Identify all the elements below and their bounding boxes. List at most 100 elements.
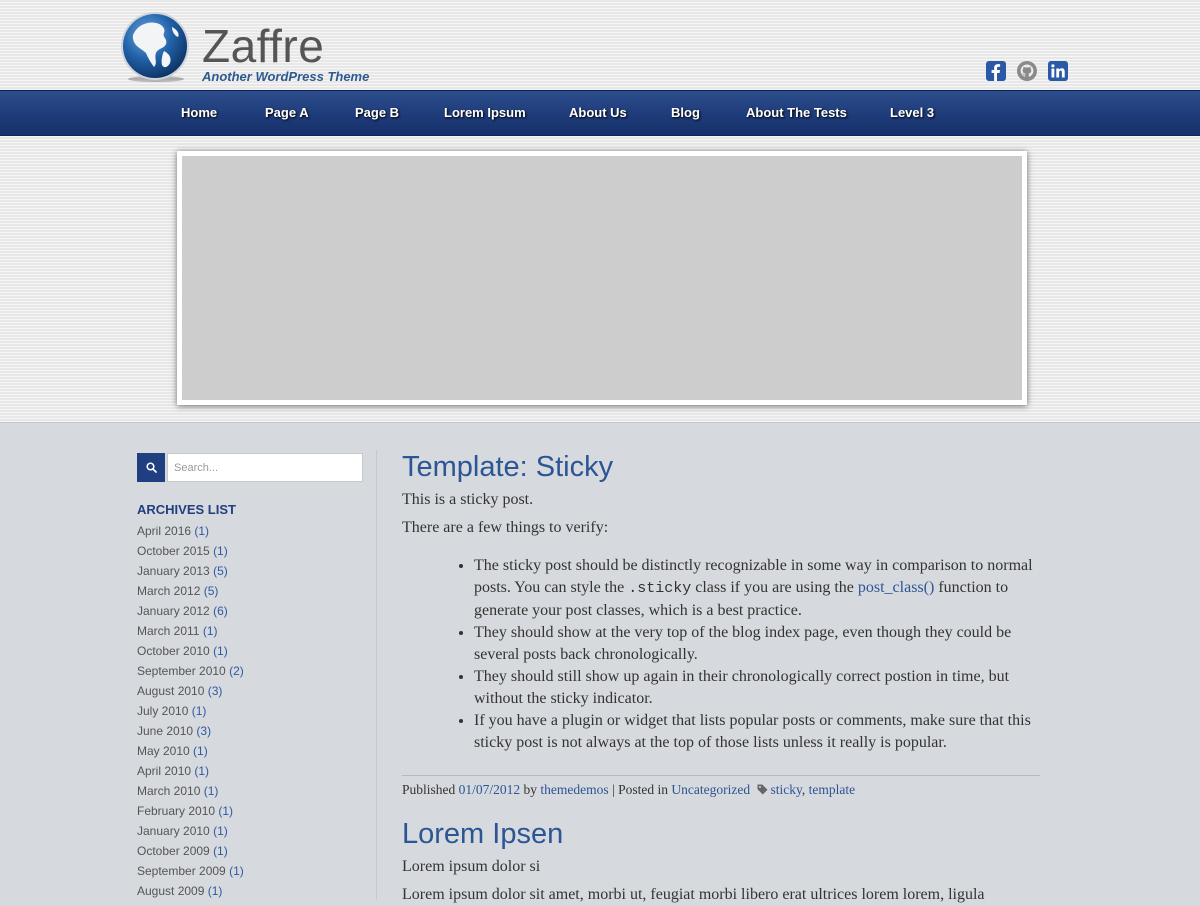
- meta-by-label: by: [523, 782, 538, 797]
- site-title[interactable]: Zaffre: [202, 20, 324, 72]
- archive-count: (3): [196, 724, 212, 738]
- archive-item: January 2010 (1): [137, 821, 244, 841]
- archive-link[interactable]: March 2010: [137, 784, 200, 798]
- archive-item: April 2010 (1): [137, 761, 244, 781]
- archive-count: (1): [218, 804, 234, 818]
- archive-link[interactable]: October 2015: [137, 544, 210, 558]
- nav-item-about-the-tests[interactable]: About The Tests: [746, 91, 847, 135]
- post-title[interactable]: Lorem Ipsen: [402, 817, 1040, 851]
- archive-link[interactable]: April 2016: [137, 524, 191, 538]
- post-tag-link[interactable]: template: [809, 782, 855, 797]
- archive-item: September 2010 (2): [137, 661, 244, 681]
- archive-count: (1): [229, 864, 244, 878]
- post-sticky: Template: Sticky This is a sticky post. …: [402, 450, 1040, 799]
- archive-item: July 2010 (1): [137, 701, 244, 721]
- archive-count: (1): [207, 884, 223, 898]
- nav-item-blog[interactable]: Blog: [671, 91, 700, 135]
- archive-count: (1): [194, 524, 210, 538]
- post-title[interactable]: Template: Sticky: [402, 450, 1040, 484]
- archive-count: (1): [213, 824, 228, 838]
- archive-link[interactable]: October 2010: [137, 644, 210, 658]
- archive-link[interactable]: January 2010: [137, 824, 210, 838]
- archive-link[interactable]: June 2010: [137, 724, 193, 738]
- post-lorem-ipsen: Lorem Ipsen Lorem ipsum dolor si Lorem i…: [402, 817, 1040, 906]
- archive-item: March 2010 (1): [137, 781, 244, 801]
- archive-item: January 2013 (5): [137, 561, 244, 581]
- globe-logo-icon[interactable]: [120, 11, 190, 83]
- list-item: They should still show up again in their…: [474, 666, 1040, 710]
- archive-link[interactable]: January 2012: [137, 604, 210, 618]
- archive-count: (5): [213, 564, 228, 578]
- list-item: The sticky post should be distinctly rec…: [474, 555, 1040, 622]
- nav-item-page-b[interactable]: Page B: [355, 91, 399, 135]
- nav-item-home[interactable]: Home: [181, 91, 217, 135]
- archive-item: October 2015 (1): [137, 541, 244, 561]
- archive-link[interactable]: April 2010: [137, 764, 191, 778]
- archive-link[interactable]: September 2009: [137, 864, 226, 878]
- archive-item: October 2010 (1): [137, 641, 244, 661]
- post-meta: Published 01/07/2012 by themedemos | Pos…: [402, 775, 1040, 799]
- archive-link[interactable]: August 2009: [137, 884, 204, 898]
- post-class-link[interactable]: post_class(): [858, 579, 934, 596]
- post-paragraph: There are a few things to verify:: [402, 519, 609, 536]
- post-paragraph: Lorem ipsum dolor sit amet, morbi ut, fe…: [402, 886, 985, 903]
- archive-link[interactable]: May 2010: [137, 744, 190, 758]
- archive-count: (1): [213, 644, 228, 658]
- archive-count: (2): [229, 664, 244, 678]
- post-tag-link[interactable]: sticky: [770, 782, 801, 797]
- list-item: If you have a plugin or widget that list…: [474, 710, 1040, 754]
- archive-count: (3): [207, 684, 223, 698]
- archive-item: August 2009 (1): [137, 881, 244, 901]
- archive-item: May 2010 (1): [137, 741, 244, 761]
- nav-item-page-a[interactable]: Page A: [265, 91, 309, 135]
- list-item: They should show at the very top of the …: [474, 622, 1040, 666]
- hero-image-placeholder: [177, 151, 1027, 405]
- archive-item: April 2016 (1): [137, 521, 244, 541]
- archives-list: April 2016 (1) October 2015 (1) January …: [137, 521, 244, 901]
- archive-count: (5): [203, 584, 219, 598]
- archive-item: February 2010 (1): [137, 801, 244, 821]
- archive-link[interactable]: September 2010: [137, 664, 226, 678]
- archive-link[interactable]: March 2012: [137, 584, 200, 598]
- search-button[interactable]: [137, 453, 165, 482]
- inline-code: .sticky: [628, 580, 692, 597]
- archive-count: (6): [213, 604, 228, 618]
- search-input[interactable]: [167, 453, 363, 482]
- search-icon: [145, 462, 157, 473]
- archive-link[interactable]: February 2010: [137, 804, 215, 818]
- archive-link[interactable]: October 2009: [137, 844, 210, 858]
- bullet-text: class if you are using the: [691, 579, 858, 596]
- tag-separator: ,: [801, 782, 806, 797]
- site-description: Another WordPress Theme: [202, 69, 370, 84]
- archive-item: October 2009 (1): [137, 841, 244, 861]
- tag-icon: [757, 784, 768, 795]
- linkedin-icon[interactable]: [1048, 61, 1068, 81]
- archive-count: (1): [213, 544, 228, 558]
- archive-count: (1): [191, 704, 207, 718]
- nav-item-about-us[interactable]: About Us: [569, 91, 627, 135]
- post-paragraph: This is a sticky post.: [402, 491, 534, 508]
- archive-item: January 2012 (6): [137, 601, 244, 621]
- archive-link[interactable]: August 2010: [137, 684, 204, 698]
- archive-item: March 2012 (5): [137, 581, 244, 601]
- main-navigation: Home Page A Page B Lorem Ipsum About Us …: [0, 90, 1200, 137]
- facebook-icon[interactable]: [986, 61, 1006, 81]
- main-content: Template: Sticky This is a sticky post. …: [402, 450, 1040, 906]
- post-category-link[interactable]: Uncategorized: [671, 782, 750, 797]
- archive-count: (1): [194, 764, 210, 778]
- site-header: Zaffre Another WordPress Theme: [0, 0, 1200, 90]
- archive-item: March 2011 (1): [137, 621, 244, 641]
- archive-item: June 2010 (3): [137, 721, 244, 741]
- archive-link[interactable]: January 2013: [137, 564, 210, 578]
- meta-published-label: Published: [402, 782, 456, 797]
- nav-item-level-3[interactable]: Level 3: [890, 91, 934, 135]
- post-date-link[interactable]: 01/07/2012: [459, 782, 521, 797]
- nav-item-lorem-ipsum[interactable]: Lorem Ipsum: [444, 91, 526, 135]
- post-paragraph: Lorem ipsum dolor si: [402, 858, 541, 875]
- archive-link[interactable]: March 2011: [137, 624, 199, 638]
- archive-link[interactable]: July 2010: [137, 704, 188, 718]
- github-icon[interactable]: [1017, 61, 1037, 81]
- post-author-link[interactable]: themedemos: [540, 782, 608, 797]
- archive-item: August 2010 (3): [137, 681, 244, 701]
- archive-count: (1): [193, 744, 208, 758]
